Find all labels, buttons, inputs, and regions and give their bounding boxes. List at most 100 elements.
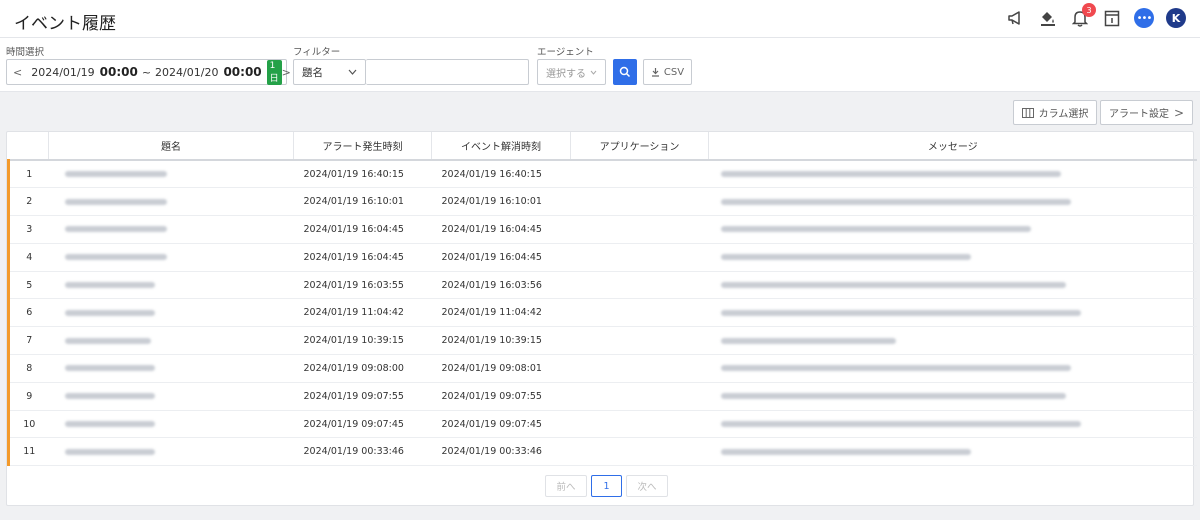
row-alert-time: 2024/01/19 16:40:15 bbox=[293, 160, 432, 189]
app-header: イベント履歴 3 ••• K bbox=[0, 0, 1200, 38]
table-row[interactable]: 1 2024/01/19 16:40:15 2024/01/19 16:40:15 bbox=[7, 160, 1197, 189]
chevron-left-icon[interactable]: < bbox=[13, 66, 22, 79]
table-row[interactable]: 3 2024/01/19 16:04:45 2024/01/19 16:04:45 bbox=[7, 215, 1197, 244]
row-message bbox=[708, 215, 1197, 244]
row-number: 9 bbox=[7, 382, 49, 411]
row-number: 3 bbox=[7, 215, 49, 244]
row-application bbox=[570, 382, 709, 411]
row-application bbox=[570, 187, 709, 217]
row-alert-time: 2024/01/19 00:33:46 bbox=[293, 437, 432, 467]
row-title bbox=[48, 437, 294, 467]
table-row[interactable]: 9 2024/01/19 09:07:55 2024/01/19 09:07:55 bbox=[7, 382, 1197, 411]
row-resolved-time: 2024/01/19 16:03:56 bbox=[431, 271, 571, 300]
row-resolved-time: 2024/01/19 09:07:55 bbox=[431, 382, 571, 411]
row-application bbox=[570, 271, 709, 300]
table-row[interactable]: 11 2024/01/19 00:33:46 2024/01/19 00:33:46 bbox=[7, 437, 1197, 467]
row-number: 2 bbox=[7, 187, 49, 217]
avatar[interactable]: K bbox=[1166, 8, 1186, 28]
columns-icon bbox=[1021, 107, 1034, 118]
time-range-picker[interactable]: < 2024/01/19 00:00 ~ 2024/01/20 00:00 1日… bbox=[6, 59, 291, 85]
table-row[interactable]: 10 2024/01/19 09:07:45 2024/01/19 09:07:45 bbox=[7, 410, 1197, 439]
chat-icon[interactable]: ••• bbox=[1134, 8, 1154, 28]
redacted-message bbox=[720, 226, 1031, 233]
column-select-button[interactable]: カラム選択 bbox=[1013, 100, 1097, 125]
redacted-message bbox=[720, 198, 1071, 205]
calendar-icon[interactable] bbox=[1102, 8, 1122, 28]
row-message bbox=[708, 354, 1197, 383]
time-select-label: 時間選択 bbox=[6, 47, 45, 58]
col-header-application[interactable]: アプリケーション bbox=[570, 132, 709, 161]
page-button-current[interactable]: 1 bbox=[591, 475, 622, 497]
redacted-message bbox=[720, 337, 896, 344]
paint-bucket-icon[interactable] bbox=[1038, 8, 1058, 28]
filter-field-select[interactable]: 題名 bbox=[293, 59, 366, 85]
redacted-title bbox=[64, 393, 155, 400]
row-application bbox=[570, 437, 709, 467]
redacted-title bbox=[64, 226, 167, 233]
row-alert-time: 2024/01/19 16:10:01 bbox=[293, 187, 432, 217]
csv-download-button[interactable]: CSV bbox=[643, 59, 692, 85]
row-alert-time: 2024/01/19 16:03:55 bbox=[293, 271, 432, 300]
csv-label: CSV bbox=[663, 66, 685, 78]
agent-placeholder: 選択する bbox=[546, 68, 586, 80]
redacted-title bbox=[64, 421, 155, 428]
pagination: 前へ 1 次へ bbox=[545, 475, 668, 497]
redacted-title bbox=[64, 309, 155, 316]
row-message bbox=[708, 243, 1197, 272]
table-row[interactable]: 5 2024/01/19 16:03:55 2024/01/19 16:03:56 bbox=[7, 271, 1197, 300]
col-header-resolved-time[interactable]: イベント解消時刻 bbox=[431, 132, 571, 161]
redacted-title bbox=[64, 365, 155, 372]
row-title bbox=[48, 382, 294, 411]
table-row[interactable]: 8 2024/01/19 09:08:00 2024/01/19 09:08:01 bbox=[7, 354, 1197, 383]
col-header-title[interactable]: 題名 bbox=[48, 132, 294, 161]
row-resolved-time: 2024/01/19 16:40:15 bbox=[431, 160, 571, 189]
row-message bbox=[708, 326, 1197, 356]
event-table: 題名 アラート発生時刻 イベント解消時刻 アプリケーション メッセージ 1 202… bbox=[7, 132, 1197, 467]
row-title bbox=[48, 215, 294, 244]
row-title bbox=[48, 271, 294, 300]
redacted-message bbox=[720, 309, 1081, 316]
chevron-right-icon[interactable]: > bbox=[282, 66, 291, 79]
row-number: 8 bbox=[7, 354, 49, 383]
table-row[interactable]: 6 2024/01/19 11:04:42 2024/01/19 11:04:42 bbox=[7, 298, 1197, 328]
col-header-message[interactable]: メッセージ bbox=[708, 132, 1197, 161]
filter-label: フィルター bbox=[293, 47, 341, 58]
row-application bbox=[570, 160, 709, 189]
col-header-alert-time[interactable]: アラート発生時刻 bbox=[293, 132, 432, 161]
row-alert-time: 2024/01/19 16:04:45 bbox=[293, 215, 432, 244]
time-end-date: 2024/01/20 bbox=[155, 65, 219, 79]
megaphone-icon[interactable] bbox=[1006, 8, 1026, 28]
redacted-message bbox=[720, 171, 1061, 178]
row-resolved-time: 2024/01/19 11:04:42 bbox=[431, 298, 571, 328]
row-title bbox=[48, 298, 294, 328]
table-body: 1 2024/01/19 16:40:15 2024/01/19 16:40:15 2… bbox=[7, 160, 1197, 467]
time-range-badge: 1日 bbox=[266, 59, 282, 85]
agent-select[interactable]: 選択する bbox=[537, 59, 606, 85]
row-resolved-time: 2024/01/19 10:39:15 bbox=[431, 326, 571, 356]
table-row[interactable]: 7 2024/01/19 10:39:15 2024/01/19 10:39:15 bbox=[7, 326, 1197, 356]
prev-page-button[interactable]: 前へ bbox=[545, 475, 587, 497]
table-row[interactable]: 2 2024/01/19 16:10:01 2024/01/19 16:10:01 bbox=[7, 187, 1197, 217]
filter-bar: 時間選択 < 2024/01/19 00:00 ~ 2024/01/20 00:… bbox=[0, 38, 1200, 92]
notification-badge: 3 bbox=[1082, 3, 1096, 17]
alert-settings-button[interactable]: アラート設定 > bbox=[1100, 100, 1193, 125]
filter-value-input[interactable] bbox=[366, 59, 529, 85]
header-actions: 3 ••• K bbox=[1006, 3, 1186, 28]
column-select-label: カラム選択 bbox=[1038, 109, 1089, 120]
row-title bbox=[48, 354, 294, 383]
redacted-title bbox=[64, 337, 151, 344]
bell-icon[interactable]: 3 bbox=[1070, 3, 1096, 28]
row-application bbox=[570, 243, 709, 272]
next-page-button[interactable]: 次へ bbox=[626, 475, 668, 497]
row-number: 11 bbox=[7, 437, 49, 467]
row-message bbox=[708, 160, 1197, 189]
row-number: 5 bbox=[7, 271, 49, 300]
row-alert-time: 2024/01/19 16:04:45 bbox=[293, 243, 432, 272]
row-title bbox=[48, 326, 294, 356]
table-row[interactable]: 4 2024/01/19 16:04:45 2024/01/19 16:04:45 bbox=[7, 243, 1197, 272]
row-message bbox=[708, 437, 1197, 467]
row-alert-time: 2024/01/19 09:07:45 bbox=[293, 410, 432, 439]
search-button[interactable] bbox=[613, 59, 637, 85]
row-message bbox=[708, 410, 1197, 439]
time-start-hm: 00:00 bbox=[99, 65, 138, 79]
